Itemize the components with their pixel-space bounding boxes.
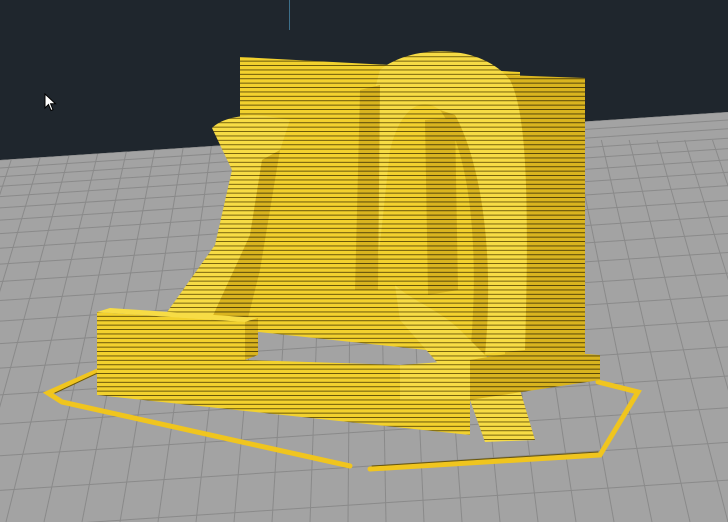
layer-preview-viewport[interactable] (0, 0, 728, 522)
gcode-preview-scene (0, 51, 728, 522)
z-axis-indicator (289, 0, 290, 30)
arrow-pointer-icon (44, 93, 57, 112)
